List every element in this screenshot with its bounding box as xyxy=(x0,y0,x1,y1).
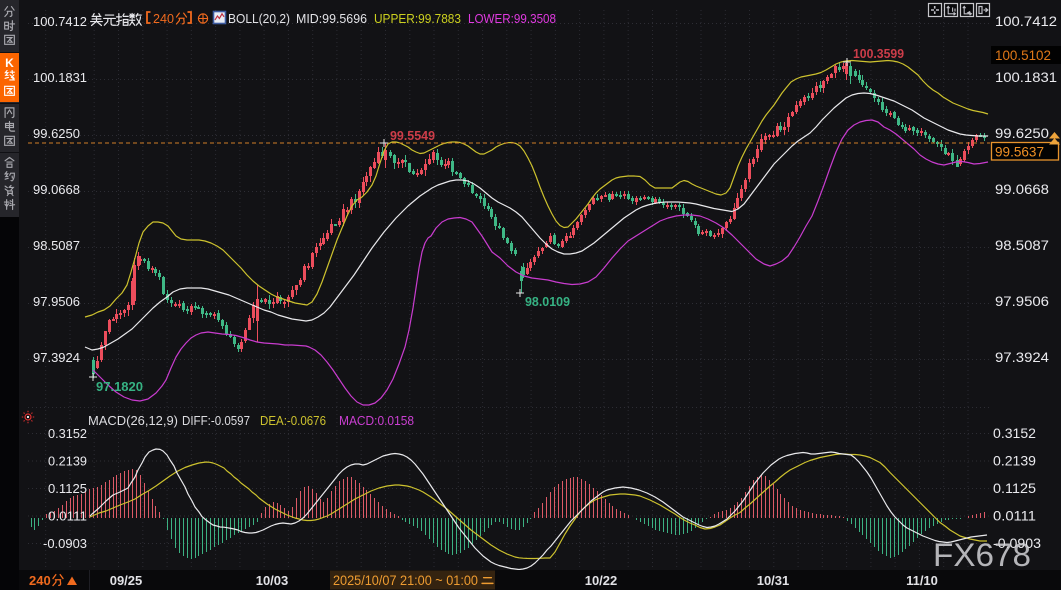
svg-text:100.1831: 100.1831 xyxy=(33,70,87,85)
svg-text:100.5102: 100.5102 xyxy=(995,48,1051,63)
svg-text:100.3599: 100.3599 xyxy=(853,46,904,61)
svg-text:-0.0903: -0.0903 xyxy=(43,536,87,551)
svg-text:0.0111: 0.0111 xyxy=(993,509,1036,524)
svg-text:97.1820: 97.1820 xyxy=(96,379,143,394)
svg-text:97.9506: 97.9506 xyxy=(33,294,80,309)
svg-text:UPPER:99.7883: UPPER:99.7883 xyxy=(374,11,461,26)
svg-text:LOWER:99.3508: LOWER:99.3508 xyxy=(468,11,556,26)
svg-text:99.5637: 99.5637 xyxy=(995,145,1044,160)
svg-text:100.1831: 100.1831 xyxy=(995,70,1057,85)
svg-text:100.7412: 100.7412 xyxy=(995,14,1057,29)
svg-text:10/22: 10/22 xyxy=(585,573,618,588)
svg-text:97.3924: 97.3924 xyxy=(33,350,80,365)
svg-text:99.6250: 99.6250 xyxy=(995,126,1049,141)
svg-text:98.0109: 98.0109 xyxy=(525,294,570,309)
svg-text:240: 240 xyxy=(153,11,174,26)
svg-text:0.3152: 0.3152 xyxy=(993,426,1036,441)
svg-text:FX678: FX678 xyxy=(933,537,1031,573)
svg-text:99.5549: 99.5549 xyxy=(390,128,435,143)
svg-text:BOLL(20,2): BOLL(20,2) xyxy=(228,11,290,26)
svg-text:97.3924: 97.3924 xyxy=(995,350,1050,365)
svg-text:0.3152: 0.3152 xyxy=(48,426,87,441)
svg-text:100.7412: 100.7412 xyxy=(33,14,87,29)
svg-text:97.9506: 97.9506 xyxy=(995,294,1049,309)
svg-text:09/25: 09/25 xyxy=(110,573,143,588)
svg-text:99.6250: 99.6250 xyxy=(33,126,80,141)
svg-text:99.0668: 99.0668 xyxy=(995,182,1049,197)
svg-text:99.0668: 99.0668 xyxy=(33,182,80,197)
svg-text:0.2139: 0.2139 xyxy=(993,454,1036,469)
svg-text:K: K xyxy=(5,56,14,70)
svg-text:MID:99.5696: MID:99.5696 xyxy=(296,11,367,26)
svg-text:0.1125: 0.1125 xyxy=(48,481,87,496)
svg-text:240: 240 xyxy=(29,573,51,588)
svg-text:0.1125: 0.1125 xyxy=(993,481,1036,496)
svg-text:MACD:0.0158: MACD:0.0158 xyxy=(339,414,414,428)
svg-text:0.0111: 0.0111 xyxy=(48,509,87,524)
svg-text:2025/10/07 21:00 ~ 01:00: 2025/10/07 21:00 ~ 01:00 xyxy=(333,573,478,588)
svg-text:10/03: 10/03 xyxy=(256,573,289,588)
svg-text:MACD(26,12,9): MACD(26,12,9) xyxy=(88,414,178,428)
svg-text:98.5087: 98.5087 xyxy=(995,238,1049,253)
svg-text:DEA:-0.0676: DEA:-0.0676 xyxy=(260,414,326,428)
svg-text:11/10: 11/10 xyxy=(906,573,938,588)
svg-text:DIFF:-0.0597: DIFF:-0.0597 xyxy=(182,414,250,428)
svg-text:10/31: 10/31 xyxy=(757,573,790,588)
svg-text:0.2139: 0.2139 xyxy=(48,454,87,469)
svg-text:98.5087: 98.5087 xyxy=(33,238,80,253)
